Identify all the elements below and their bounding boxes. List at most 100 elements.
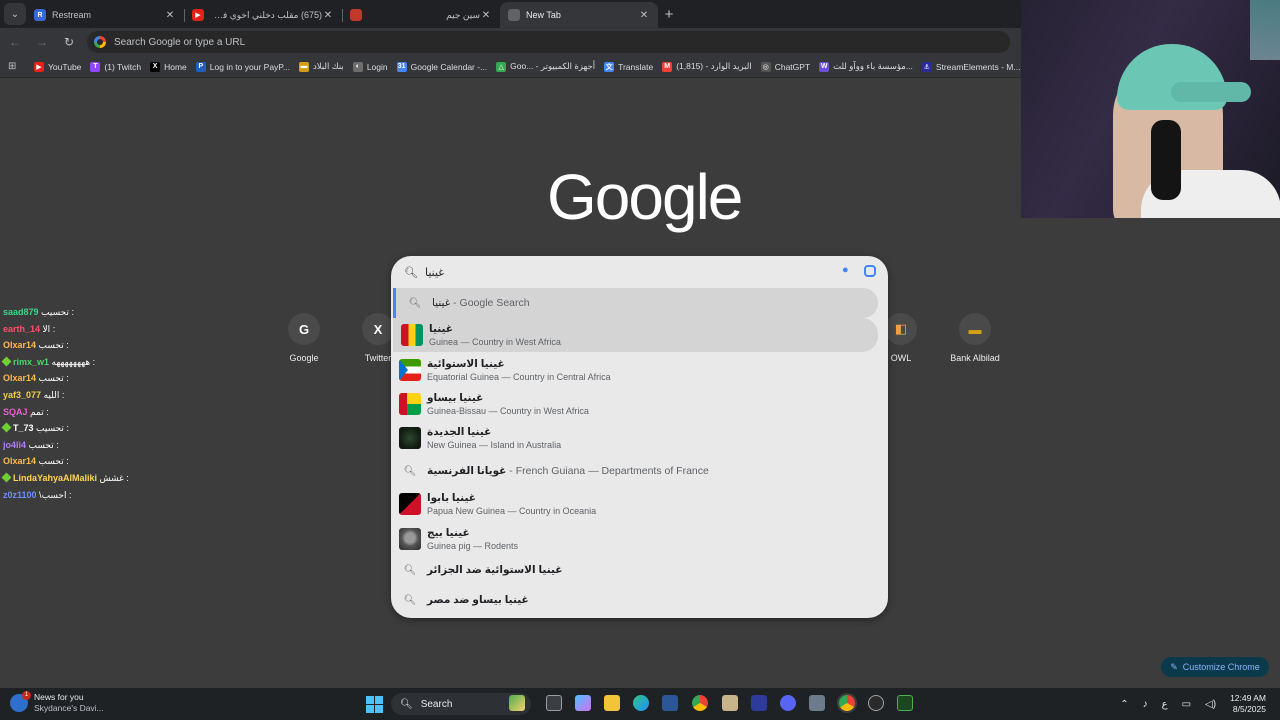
chrome-icon[interactable] — [692, 695, 708, 711]
close-icon[interactable]: ✕ — [322, 10, 334, 21]
bookmark-item[interactable]: X Home — [150, 61, 187, 72]
close-icon[interactable]: ✕ — [164, 10, 176, 21]
network-icon[interactable]: ▭ — [1182, 699, 1191, 710]
microphone-icon[interactable]: ● — [842, 264, 852, 279]
clock-time: 12:49 AM — [1230, 693, 1266, 703]
store-icon[interactable] — [662, 695, 678, 711]
suggestion-item[interactable]: 🔍︎ غويانا الفرنسية - French Guiana — Depa… — [391, 456, 888, 486]
search-query: غينيا — [425, 266, 445, 279]
copilot-icon[interactable] — [575, 695, 591, 711]
reload-button[interactable]: ↻ — [57, 30, 81, 54]
clock[interactable]: 12:49 AM 8/5/2025 — [1230, 693, 1266, 715]
chat-username: earth_14 — [3, 323, 41, 334]
microphone-icon[interactable]: ♪ — [1143, 699, 1148, 710]
address-bar[interactable]: Search Google or type a URL — [87, 31, 1010, 53]
chat-message: jo4li4 تحسب : — [3, 437, 133, 454]
bookmark-favicon-icon: 31 — [396, 61, 407, 72]
news-widget[interactable]: 1 News for you Skydance's Davi... — [10, 691, 104, 714]
suggestion-item[interactable]: غينيا بيساو Guinea-Bissau — Country in We… — [391, 387, 888, 421]
new-tab-button[interactable]: + — [658, 3, 680, 25]
chat-username: Olxar14 — [3, 373, 37, 384]
tab-0[interactable]: R Restream ✕ — [26, 2, 184, 28]
chat-message: yaf3_077 الليه : — [3, 387, 133, 404]
terminal-icon[interactable] — [897, 695, 913, 711]
suggestion-item[interactable]: غينيا Guinea — Country in West Africa — [393, 318, 878, 352]
bookmark-item[interactable]: W مؤسسة باء ووآو للت... — [819, 61, 913, 72]
customize-chrome-button[interactable]: ✎ Customize Chrome — [1161, 657, 1269, 677]
chat-message: T_73 تحسيب : — [1, 420, 133, 437]
app-icon[interactable] — [751, 695, 767, 711]
bookmark-favicon-icon: ◎ — [760, 61, 771, 72]
google-logo: Google — [547, 161, 743, 233]
chrome-active-icon[interactable] — [839, 695, 855, 711]
forward-button[interactable]: → — [30, 30, 54, 54]
bookmark-item[interactable]: P Log in to your PayP... — [195, 61, 290, 72]
suggestion-text: غويانا الفرنسية - French Guiana — Depart… — [427, 465, 709, 477]
suggestion-title: غينيا — [432, 297, 451, 309]
search-icon: 🔍︎ — [403, 594, 417, 606]
language-indicator[interactable]: ع — [1162, 699, 1168, 710]
bookmark-favicon-icon: ▶ — [34, 61, 44, 72]
notification-badge: 1 — [22, 691, 31, 700]
chat-text: تحسب : — [38, 373, 69, 384]
suggestion-text: غينيا - Google Search — [432, 297, 530, 309]
suggestion-item[interactable]: 🔍︎ غينيا - Google Search — [393, 288, 878, 318]
bookmark-favicon-icon: W — [819, 61, 830, 72]
suggestion-item[interactable]: غينيا الاستوائية Equatorial Guinea — Coun… — [391, 353, 888, 387]
apps-grid-icon[interactable]: ⊞ — [8, 61, 24, 72]
owl-icon: ◧ — [885, 313, 917, 345]
bookmark-item[interactable]: ▬ بنك البلاد — [298, 61, 344, 72]
shortcut-google[interactable]: G Google — [269, 313, 339, 363]
bookmark-item[interactable]: T (1) Twitch — [90, 61, 141, 72]
bookmark-favicon-icon: ⚓ — [921, 61, 932, 72]
suggestion-item[interactable]: 🔍︎ غينيا بيساو ضد مصر — [391, 586, 888, 614]
windows-start-icon[interactable] — [366, 696, 383, 713]
suggestion-title: غينيا بيج — [427, 526, 470, 539]
chevron-up-icon[interactable]: ⌃ — [1120, 699, 1128, 710]
bookmark-item[interactable]: ▶ YouTube — [34, 61, 81, 72]
chat-message: LindaYahyaAlMaliki غشش : — [1, 470, 133, 487]
game-icon[interactable] — [722, 695, 738, 711]
discord-icon[interactable] — [780, 695, 796, 711]
search-input[interactable]: 🔍︎ غينيا ● — [391, 256, 888, 288]
file-explorer-icon[interactable] — [604, 695, 620, 711]
tab-2[interactable]: سين جيم ✕ — [342, 2, 500, 28]
volume-icon[interactable]: ◁) — [1205, 699, 1216, 710]
suggestion-item[interactable]: غينيا الجديدة New Guinea — Island in Aust… — [391, 421, 888, 455]
suggestion-item[interactable]: غينيا بيج Guinea pig — Rodents — [391, 522, 888, 556]
close-icon[interactable]: ✕ — [480, 10, 492, 21]
widget-app-icon[interactable] — [509, 695, 525, 711]
search-icon: 🔍︎ — [403, 564, 417, 576]
recorder-icon[interactable] — [868, 695, 884, 711]
chat-message: Olxar14 تحسب : — [3, 370, 133, 387]
chat-message: Olxar14 تحسب : — [3, 453, 133, 470]
suggestion-item[interactable]: 🔍︎ غينيا الاستوائية ضد الجزائر — [391, 556, 888, 584]
bookmark-item[interactable]: ◎ ChatGPT — [760, 61, 811, 72]
suggestion-item[interactable]: غينيا بابوا Papua New Guinea — Country in… — [391, 487, 888, 521]
bookmark-item[interactable]: M (1,815) - البريد الوارد — [662, 61, 752, 72]
news-icon: 1 — [10, 691, 31, 712]
google-lens-icon[interactable] — [864, 265, 876, 277]
tab-search-button[interactable]: ⌄ — [4, 3, 26, 25]
bookmark-label: مؤسسة باء ووآو للت... — [833, 61, 913, 71]
edge-icon[interactable] — [633, 695, 649, 711]
close-icon[interactable]: ✕ — [638, 10, 650, 21]
bookmark-item[interactable]: 文 Translate — [604, 61, 653, 72]
back-button[interactable]: ← — [3, 30, 27, 54]
clock-date: 8/5/2025 — [1232, 704, 1266, 714]
tab-title: (675) مقلب دخلني اخوي في بالر... — [210, 9, 322, 20]
suggestion-description: Guinea-Bissau — Country in West Africa — [427, 405, 589, 416]
tab-1[interactable]: ▶ (675) مقلب دخلني اخوي في بالر...✕ — [184, 2, 342, 28]
bookmark-item[interactable]: △ Goo... - أجهزة الكمبيوتر — [496, 61, 595, 72]
bookmark-item[interactable]: 31 Google Calendar -... — [396, 61, 487, 72]
bookmark-label: ChatGPT — [774, 61, 811, 72]
shortcut-bank-albilad[interactable]: ▬ Bank Albilad — [940, 313, 1010, 363]
suggestion-text: غينيا بيساو ضد مصر — [427, 594, 529, 606]
chat-text: غشش : — [99, 472, 129, 483]
task-view-icon[interactable] — [546, 695, 562, 711]
bookmark-item[interactable]: ◐ Login — [352, 61, 388, 72]
tab-3[interactable]: New Tab ✕ — [500, 2, 658, 28]
settings-icon[interactable] — [809, 695, 825, 711]
suggestion-thumbnail — [401, 324, 423, 346]
bookmark-item[interactable]: ⚓ StreamElements - M... — [921, 61, 1020, 72]
